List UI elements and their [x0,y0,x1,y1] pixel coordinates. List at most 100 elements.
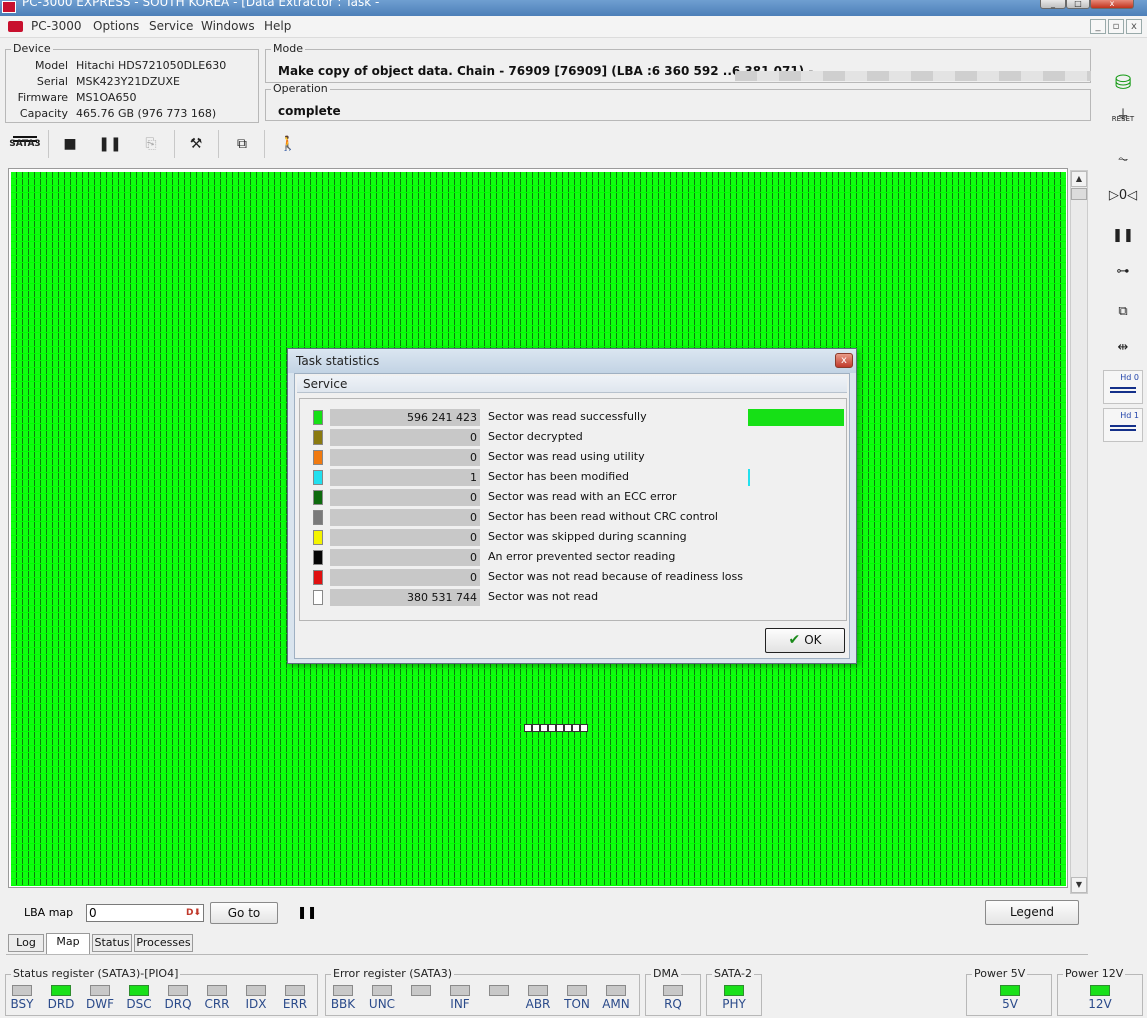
color-swatch [313,430,323,445]
color-swatch [313,510,323,525]
toolbar-separator [174,130,175,158]
remove-icon: ⧉ [1118,304,1128,319]
disconnect-icon: ⊶ [1116,264,1130,279]
exit-button[interactable]: 🚶 [274,128,302,160]
remove-button[interactable]: ⧉ [1106,296,1140,328]
copy-icon: ⧉ [237,136,247,152]
sector-status-description: Sector decrypted [488,430,583,443]
head-zero-button[interactable]: ▷0◁ [1106,180,1140,212]
map-pause-icon[interactable]: ❚❚ [297,905,317,919]
interface-label: SATA3 [9,139,41,149]
dialog-close-icon[interactable]: x [835,353,853,368]
stop-icon: ■ [63,136,77,152]
error-led-label: AMN [602,997,630,1011]
database-icon: ⛁ [1114,70,1132,94]
sector-count: 380 531 744 [330,589,480,606]
scroll-up-icon[interactable]: ▲ [1071,171,1087,187]
sector-status-description: Sector has been modified [488,470,629,483]
power-12v-label: 12V [1088,997,1112,1011]
sata2-phy-label: PHY [722,997,746,1011]
mdi-restore-icon[interactable]: ▫ [1108,19,1124,34]
lba-dropdown-icon[interactable]: D⬇ [186,905,201,921]
menu-windows[interactable]: Windows [201,19,255,33]
tab-divider [6,954,1088,955]
menu-app-name[interactable]: PC-3000 [31,19,81,33]
reset-button[interactable]: ⏚ RESET [1106,106,1140,138]
sector-count: 0 [330,429,480,446]
scroll-thumb[interactable] [1071,188,1087,200]
minimize-icon[interactable]: _ [1040,0,1066,9]
mdi-close-icon[interactable]: x [1126,19,1142,34]
color-swatch [313,570,323,585]
unread-sectors-block [524,724,588,732]
ok-button[interactable]: ✔ OK [765,628,845,653]
mode-group-title: Mode [271,42,305,55]
tab-log[interactable]: Log [8,934,44,952]
drive-connector-icon [1110,425,1136,431]
lba-input[interactable]: 0 D⬇ [86,904,204,922]
maximize-icon[interactable]: □ [1066,0,1090,9]
stat-row: 380 531 744 Sector was not read [300,588,846,606]
connector-button[interactable]: ⇹ [1106,332,1140,364]
power-5v-title: Power 5V [972,967,1028,980]
sector-count: 0 [330,489,480,506]
stat-row: 0 Sector decrypted [300,428,846,446]
tools-icon: ⚒ [189,136,203,152]
power-5v-led [1000,985,1020,996]
legend-button[interactable]: Legend [985,900,1079,925]
database-button[interactable]: ⛁ [1106,66,1140,98]
sector-count: 0 [330,509,480,526]
menu-help[interactable]: Help [264,19,291,33]
status-led-label: DRD [47,997,75,1011]
stop-button[interactable]: ■ [58,128,82,160]
error-led-inf [450,985,470,996]
tab-processes[interactable]: Processes [134,934,193,952]
disconnect-button[interactable]: ⊶ [1106,256,1140,288]
power-12v-led [1090,985,1110,996]
model-label: Model [34,59,68,72]
color-swatch [313,470,323,485]
exit-icon: 🚶 [279,136,297,152]
dialog-body: Service 596 241 423 Sector was read succe… [294,373,850,659]
service-section-title: Service [303,377,348,391]
status-led-label: DSC [126,997,152,1011]
error-led-label: ABR [525,997,551,1011]
menu-service[interactable]: Service [149,19,193,33]
head-icon: ▷0◁ [1108,188,1138,203]
pause-button[interactable]: ❚❚ [98,128,122,160]
hd1-button[interactable]: Hd 1 [1103,408,1143,442]
mdi-minimize-icon[interactable]: _ [1090,19,1106,34]
hd0-label: Hd 0 [1120,373,1139,382]
checkmark-icon: ✔ [788,632,801,648]
menu-options[interactable]: Options [93,19,139,33]
sector-count: 1 [330,469,480,486]
close-icon[interactable]: x [1090,0,1134,9]
tools-button[interactable]: ⚒ [182,128,210,160]
status-led-label: CRR [204,997,230,1011]
goto-button[interactable]: Go to [210,902,278,924]
status-led-bsy [12,985,32,996]
continue-button[interactable]: ⎘ [136,128,166,160]
sector-count: 596 241 423 [330,409,480,426]
serial-label: Serial [36,75,68,88]
redacted-area [735,71,1091,81]
copy-button[interactable]: ⧉ [228,128,256,160]
sata2-title: SATA-2 [712,967,754,980]
tab-status[interactable]: Status [92,934,132,952]
sata3-interface-button[interactable]: SATA3 [8,128,42,160]
dma-rq-label: RQ [664,997,682,1011]
dma-rq-led [663,985,683,996]
reset-label: RESET [1111,115,1135,123]
ok-label: OK [804,633,822,647]
connector-icon: ⇹ [1117,340,1129,355]
tab-map[interactable]: Map [46,933,90,954]
scroll-down-icon[interactable]: ▼ [1071,877,1087,893]
status-led-dwf [90,985,110,996]
hd0-button[interactable]: Hd 0 [1103,370,1143,404]
stat-row: 0 Sector was read with an ECC error [300,488,846,506]
power-switch-button[interactable]: ⏦ [1106,144,1140,176]
side-pause-button[interactable]: ❚❚ [1106,220,1140,252]
stat-row: 0 Sector was not read because of readines… [300,568,846,586]
map-scrollbar[interactable]: ▲ ▼ [1070,170,1088,894]
error-register-title: Error register (SATA3) [331,967,455,980]
